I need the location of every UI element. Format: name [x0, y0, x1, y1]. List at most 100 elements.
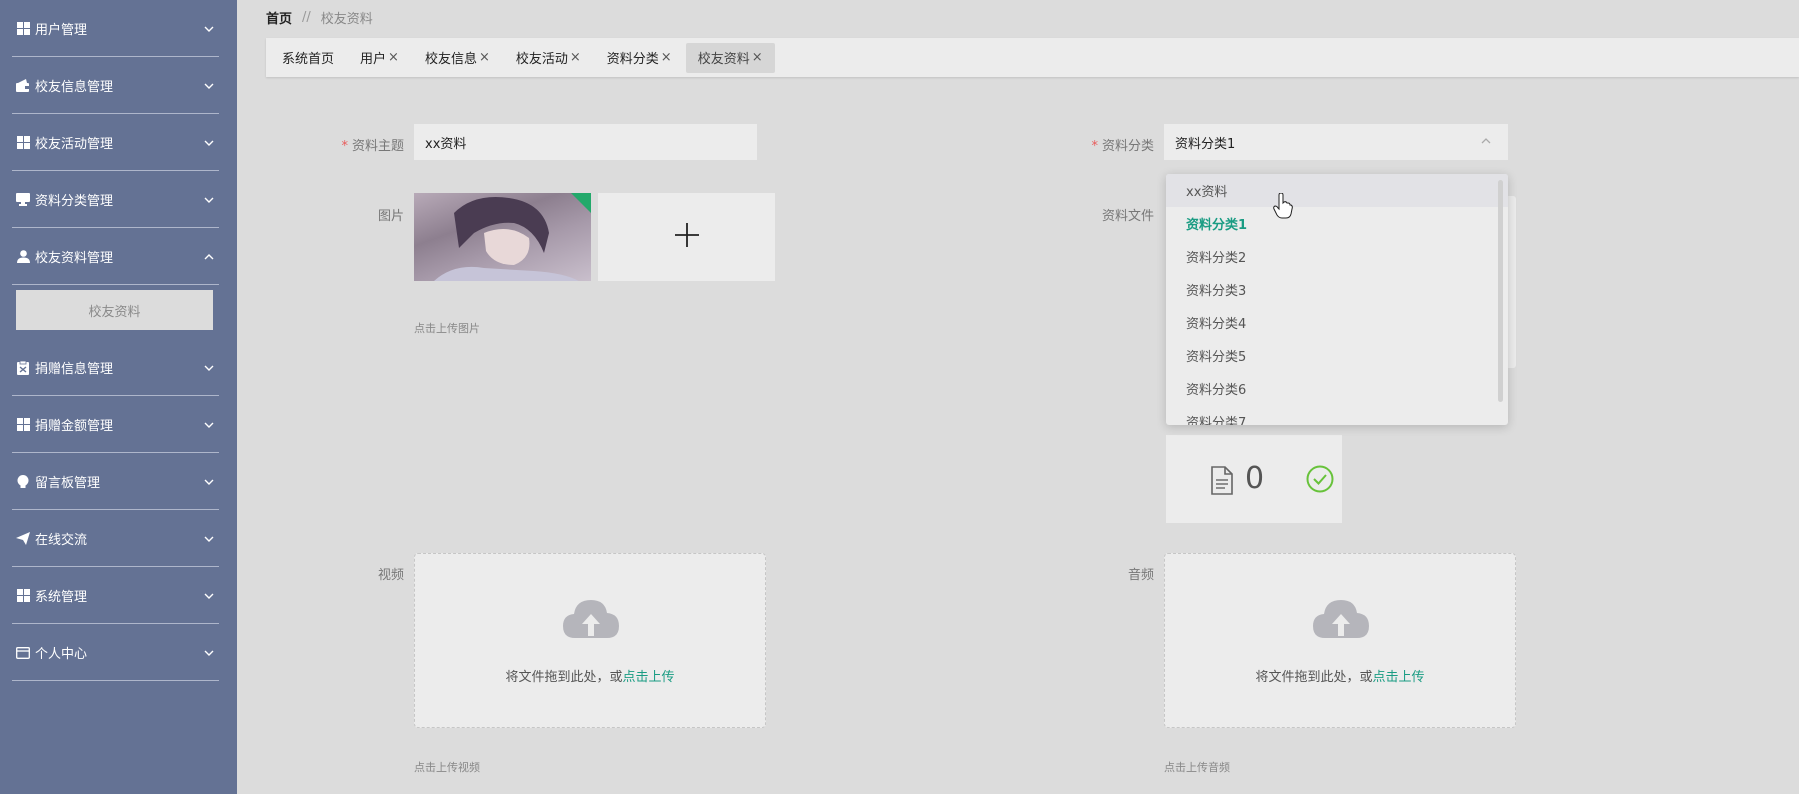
- dropdown-option[interactable]: 资料分类4: [1166, 306, 1508, 339]
- chevron-down-icon: [203, 590, 215, 602]
- tab-label: 校友活动: [515, 52, 568, 67]
- cloud-upload-icon: [561, 594, 621, 642]
- tabs-bar: 系统首页 用户 × 校友信息 × 校友活动 × 资料分类 × 校友资料 ×: [266, 38, 1799, 77]
- upload-link[interactable]: 点击上传: [623, 670, 675, 685]
- menu-item-personal-center[interactable]: 个人中心: [0, 624, 237, 681]
- audio-upload-dropzone[interactable]: 将文件拖到此处，或点击上传: [1164, 553, 1516, 728]
- dropdown-option[interactable]: 资料分类7: [1166, 405, 1508, 425]
- subject-input[interactable]: xx资料: [414, 124, 757, 160]
- menu-item-donation-amount[interactable]: 捐赠金额管理: [0, 396, 237, 453]
- menu-item-label: 在线交流: [35, 533, 88, 548]
- menu-item-label: 捐赠信息管理: [35, 362, 114, 377]
- upload-text: 将文件拖到此处，或点击上传: [505, 670, 675, 685]
- tab-material-category[interactable]: 资料分类 ×: [595, 43, 684, 73]
- tab-label: 校友资料: [697, 52, 750, 67]
- chevron-up-icon: [1480, 135, 1492, 147]
- dropdown-option[interactable]: 资料分类6: [1166, 372, 1508, 405]
- video-label: 视频: [377, 568, 404, 583]
- chevron-down-icon: [203, 80, 215, 92]
- menu-item-online-chat[interactable]: 在线交流: [0, 510, 237, 567]
- send-icon: [16, 532, 30, 546]
- tab-user[interactable]: 用户 ×: [348, 43, 411, 73]
- plus-icon: [673, 221, 701, 253]
- audio-hint: 点击上传音频: [1164, 761, 1230, 774]
- uploaded-image-thumbnail[interactable]: [414, 193, 591, 281]
- bulb-icon: [16, 474, 30, 489]
- submenu-item-alumni-materials[interactable]: 校友资料: [16, 290, 213, 330]
- menu-item-message-board[interactable]: 留言板管理: [0, 453, 237, 510]
- menu-item-user-management[interactable]: 用户管理: [0, 0, 237, 57]
- grid-icon: [16, 589, 30, 603]
- menu-item-alumni-info[interactable]: 校友信息管理: [0, 57, 237, 114]
- close-icon[interactable]: ×: [661, 50, 672, 65]
- chevron-down-icon: [203, 533, 215, 545]
- close-icon[interactable]: ×: [388, 50, 399, 65]
- tab-label: 用户: [360, 52, 387, 67]
- dropdown-scrollbar[interactable]: [1498, 180, 1503, 402]
- clipboard-icon: [16, 360, 30, 375]
- close-icon[interactable]: ×: [752, 50, 763, 65]
- menu-item-alumni-materials[interactable]: 校友资料管理: [0, 228, 237, 285]
- chevron-down-icon: [203, 23, 215, 35]
- close-icon[interactable]: ×: [570, 50, 581, 65]
- chevron-down-icon: [203, 419, 215, 431]
- menu-item-label: 留言板管理: [35, 476, 101, 491]
- menu-item-label: 系统管理: [35, 590, 88, 605]
- chevron-down-icon: [203, 647, 215, 659]
- hand-pointer-cursor-icon: [1273, 192, 1293, 219]
- tab-label: 系统首页: [282, 52, 335, 67]
- category-select[interactable]: 资料分类1: [1164, 124, 1508, 160]
- wallet-icon: [16, 79, 30, 93]
- dropdown-option[interactable]: 资料分类2: [1166, 240, 1508, 273]
- chevron-down-icon: [203, 194, 215, 206]
- menu-item-donation-info[interactable]: 捐赠信息管理: [0, 339, 237, 396]
- dropdown-option[interactable]: 资料分类5: [1166, 339, 1508, 372]
- breadcrumb: 首页 // 校友资料: [266, 8, 373, 27]
- sidebar: 用户管理 校友信息管理 校友活动管理 资料分类管理 校友资料管理 校友资料 捐赠…: [0, 0, 237, 794]
- dropdown-option[interactable]: 资料分类1: [1166, 207, 1508, 240]
- chevron-down-icon: [203, 476, 215, 488]
- subject-label: * 资料主题: [341, 139, 404, 154]
- required-mark: *: [1091, 139, 1098, 154]
- tab-alumni-activity[interactable]: 校友活动 ×: [504, 43, 593, 73]
- menu-item-system-management[interactable]: 系统管理: [0, 567, 237, 624]
- tab-alumni-materials[interactable]: 校友资料 ×: [685, 42, 775, 73]
- image-hint: 点击上传图片: [414, 322, 480, 335]
- user-icon: [16, 250, 30, 264]
- dropdown-option[interactable]: 资料分类3: [1166, 273, 1508, 306]
- menu-item-label: 资料分类管理: [35, 194, 114, 209]
- category-label: * 资料分类: [1091, 139, 1154, 154]
- tab-system-home[interactable]: 系统首页: [270, 43, 346, 73]
- menu-item-label: 个人中心: [35, 647, 88, 662]
- required-mark: *: [341, 139, 348, 154]
- video-upload-dropzone[interactable]: 将文件拖到此处，或点击上传: [414, 553, 766, 728]
- upload-link[interactable]: 点击上传: [1373, 670, 1425, 685]
- grid-icon: [16, 136, 30, 150]
- menu-item-label: 用户管理: [35, 23, 88, 38]
- category-select-value: 资料分类1: [1175, 136, 1236, 152]
- tab-alumni-info[interactable]: 校友信息 ×: [413, 43, 502, 73]
- breadcrumb-home[interactable]: 首页: [266, 8, 292, 27]
- file-count: 0: [1245, 461, 1265, 496]
- card-icon: [16, 646, 30, 660]
- menu-item-label: 校友信息管理: [35, 80, 114, 95]
- menu-item-category-management[interactable]: 资料分类管理: [0, 171, 237, 228]
- chevron-down-icon: [203, 362, 215, 374]
- upload-text: 将文件拖到此处，或点击上传: [1255, 670, 1425, 685]
- close-icon[interactable]: ×: [479, 50, 490, 65]
- chevron-down-icon: [203, 137, 215, 149]
- grid-icon: [16, 418, 30, 432]
- cloud-upload-icon: [1311, 594, 1371, 642]
- video-hint: 点击上传视频: [414, 761, 480, 774]
- dropdown-option[interactable]: xx资料: [1166, 174, 1508, 207]
- submenu: 校友资料: [0, 285, 237, 339]
- monitor-icon: [16, 193, 30, 207]
- file-upload-area[interactable]: [1508, 196, 1516, 368]
- menu-item-alumni-activity[interactable]: 校友活动管理: [0, 114, 237, 171]
- category-dropdown: xx资料 资料分类1 资料分类2 资料分类3 资料分类4 资料分类5 资料分类6…: [1166, 174, 1508, 425]
- breadcrumb-current: 校友资料: [320, 12, 373, 27]
- add-image-button[interactable]: [598, 193, 775, 281]
- chevron-up-icon: [203, 251, 215, 263]
- tab-label: 资料分类: [606, 52, 659, 67]
- breadcrumb-separator: //: [302, 10, 311, 25]
